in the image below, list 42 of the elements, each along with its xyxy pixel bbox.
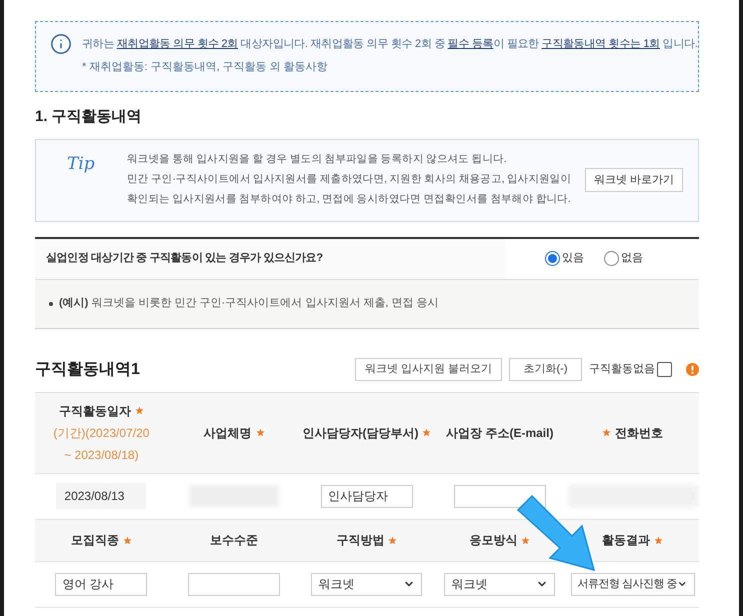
example-text: (예시) 워크넷을 비롯한 민간 구인·구직사이트에서 입사지원서 제출, 면접 응시 xyxy=(59,296,439,312)
input-field[interactable]: 인사담당자 xyxy=(320,484,413,508)
worknet-link-button[interactable]: 워크넷 바로가기 xyxy=(584,168,683,192)
column-header: 모집직종 xyxy=(70,532,119,549)
column-header: 전화번호 xyxy=(615,424,664,442)
notice-link[interactable]: 구직활동내역 횟수는 1회 xyxy=(542,38,660,50)
warning-icon xyxy=(686,363,699,376)
notice-text: 귀하는 재취업활동 의무 횟수 2회 대상자입니다. 재취업활동 의무 횟수 2회 중 필수 등록이 필요한 구직활동내역 횟수는 1회 입니다. xyxy=(82,37,698,52)
select-field[interactable]: 서류전형 심사진행 중 xyxy=(570,572,695,596)
input-field[interactable]: 영어 강사 xyxy=(55,572,148,596)
tip-text: 확인되는 입사지원서를 첨부하여야 하고, 면접에 응시하였다면 면접확인서를 첨부해야 합니다. xyxy=(127,192,572,207)
history-title: 구직활동내역1 xyxy=(35,360,141,380)
radio-option[interactable]: 있음 xyxy=(545,250,584,267)
column-header: 보수수준 xyxy=(210,532,258,549)
input-field[interactable] xyxy=(188,572,280,596)
select-field[interactable]: 워크넷 xyxy=(311,572,422,596)
column-header: 인사담당자(담당부서) xyxy=(302,424,418,442)
column-header: 구직활동일자 xyxy=(58,402,131,420)
checkbox-label: 구직활동없음 xyxy=(589,362,655,378)
tip-text: 민간 구인·구직사이트에서 입사지원서를 제출하였다면, 지원한 회사의 채용공고, 입사지원일이 xyxy=(127,172,572,188)
column-header: 활동결과 xyxy=(602,532,650,549)
date-range: ~ 2023/08/18) xyxy=(64,446,139,464)
import-button[interactable]: 워크넷 입사지원 불러오기 xyxy=(355,358,502,381)
column-header: 구직방법 xyxy=(336,532,384,549)
input-field[interactable] xyxy=(454,484,546,508)
section-title: 1. 구직활동내역 xyxy=(35,107,143,127)
tip-label: Tip xyxy=(67,152,96,176)
date-value: 2023/08/13 xyxy=(56,483,146,509)
column-header: 사업체명 xyxy=(204,424,252,442)
reset-button[interactable]: 초기화(-) xyxy=(509,358,582,381)
tip-text: 워크넷을 통해 입사지원을 할 경우 별도의 첨부파일을 등록하지 않으셔도 됩니다. xyxy=(127,152,508,168)
column-header: 응모방식 xyxy=(469,532,518,549)
notice-footnote: * 재취업활동: 구직활동내역, 구직활동 외 활동사항 xyxy=(82,60,329,74)
checkbox[interactable] xyxy=(657,362,672,377)
select-field[interactable]: 워크넷 xyxy=(444,572,556,596)
column-header: 사업장 주소(E-mail) xyxy=(446,424,554,442)
date-range: (기간)(2023/07/20 xyxy=(53,424,150,442)
question-text: 실업인정 대상기간 중 구직활동이 있는 경우가 있으신가요? xyxy=(46,251,323,266)
notice-link[interactable]: 재취업활동 의무 횟수 2회 xyxy=(116,38,238,50)
info-icon xyxy=(50,33,72,55)
notice-link[interactable]: 필수 등록 xyxy=(448,38,494,50)
radio-option[interactable]: 없음 xyxy=(604,250,643,267)
